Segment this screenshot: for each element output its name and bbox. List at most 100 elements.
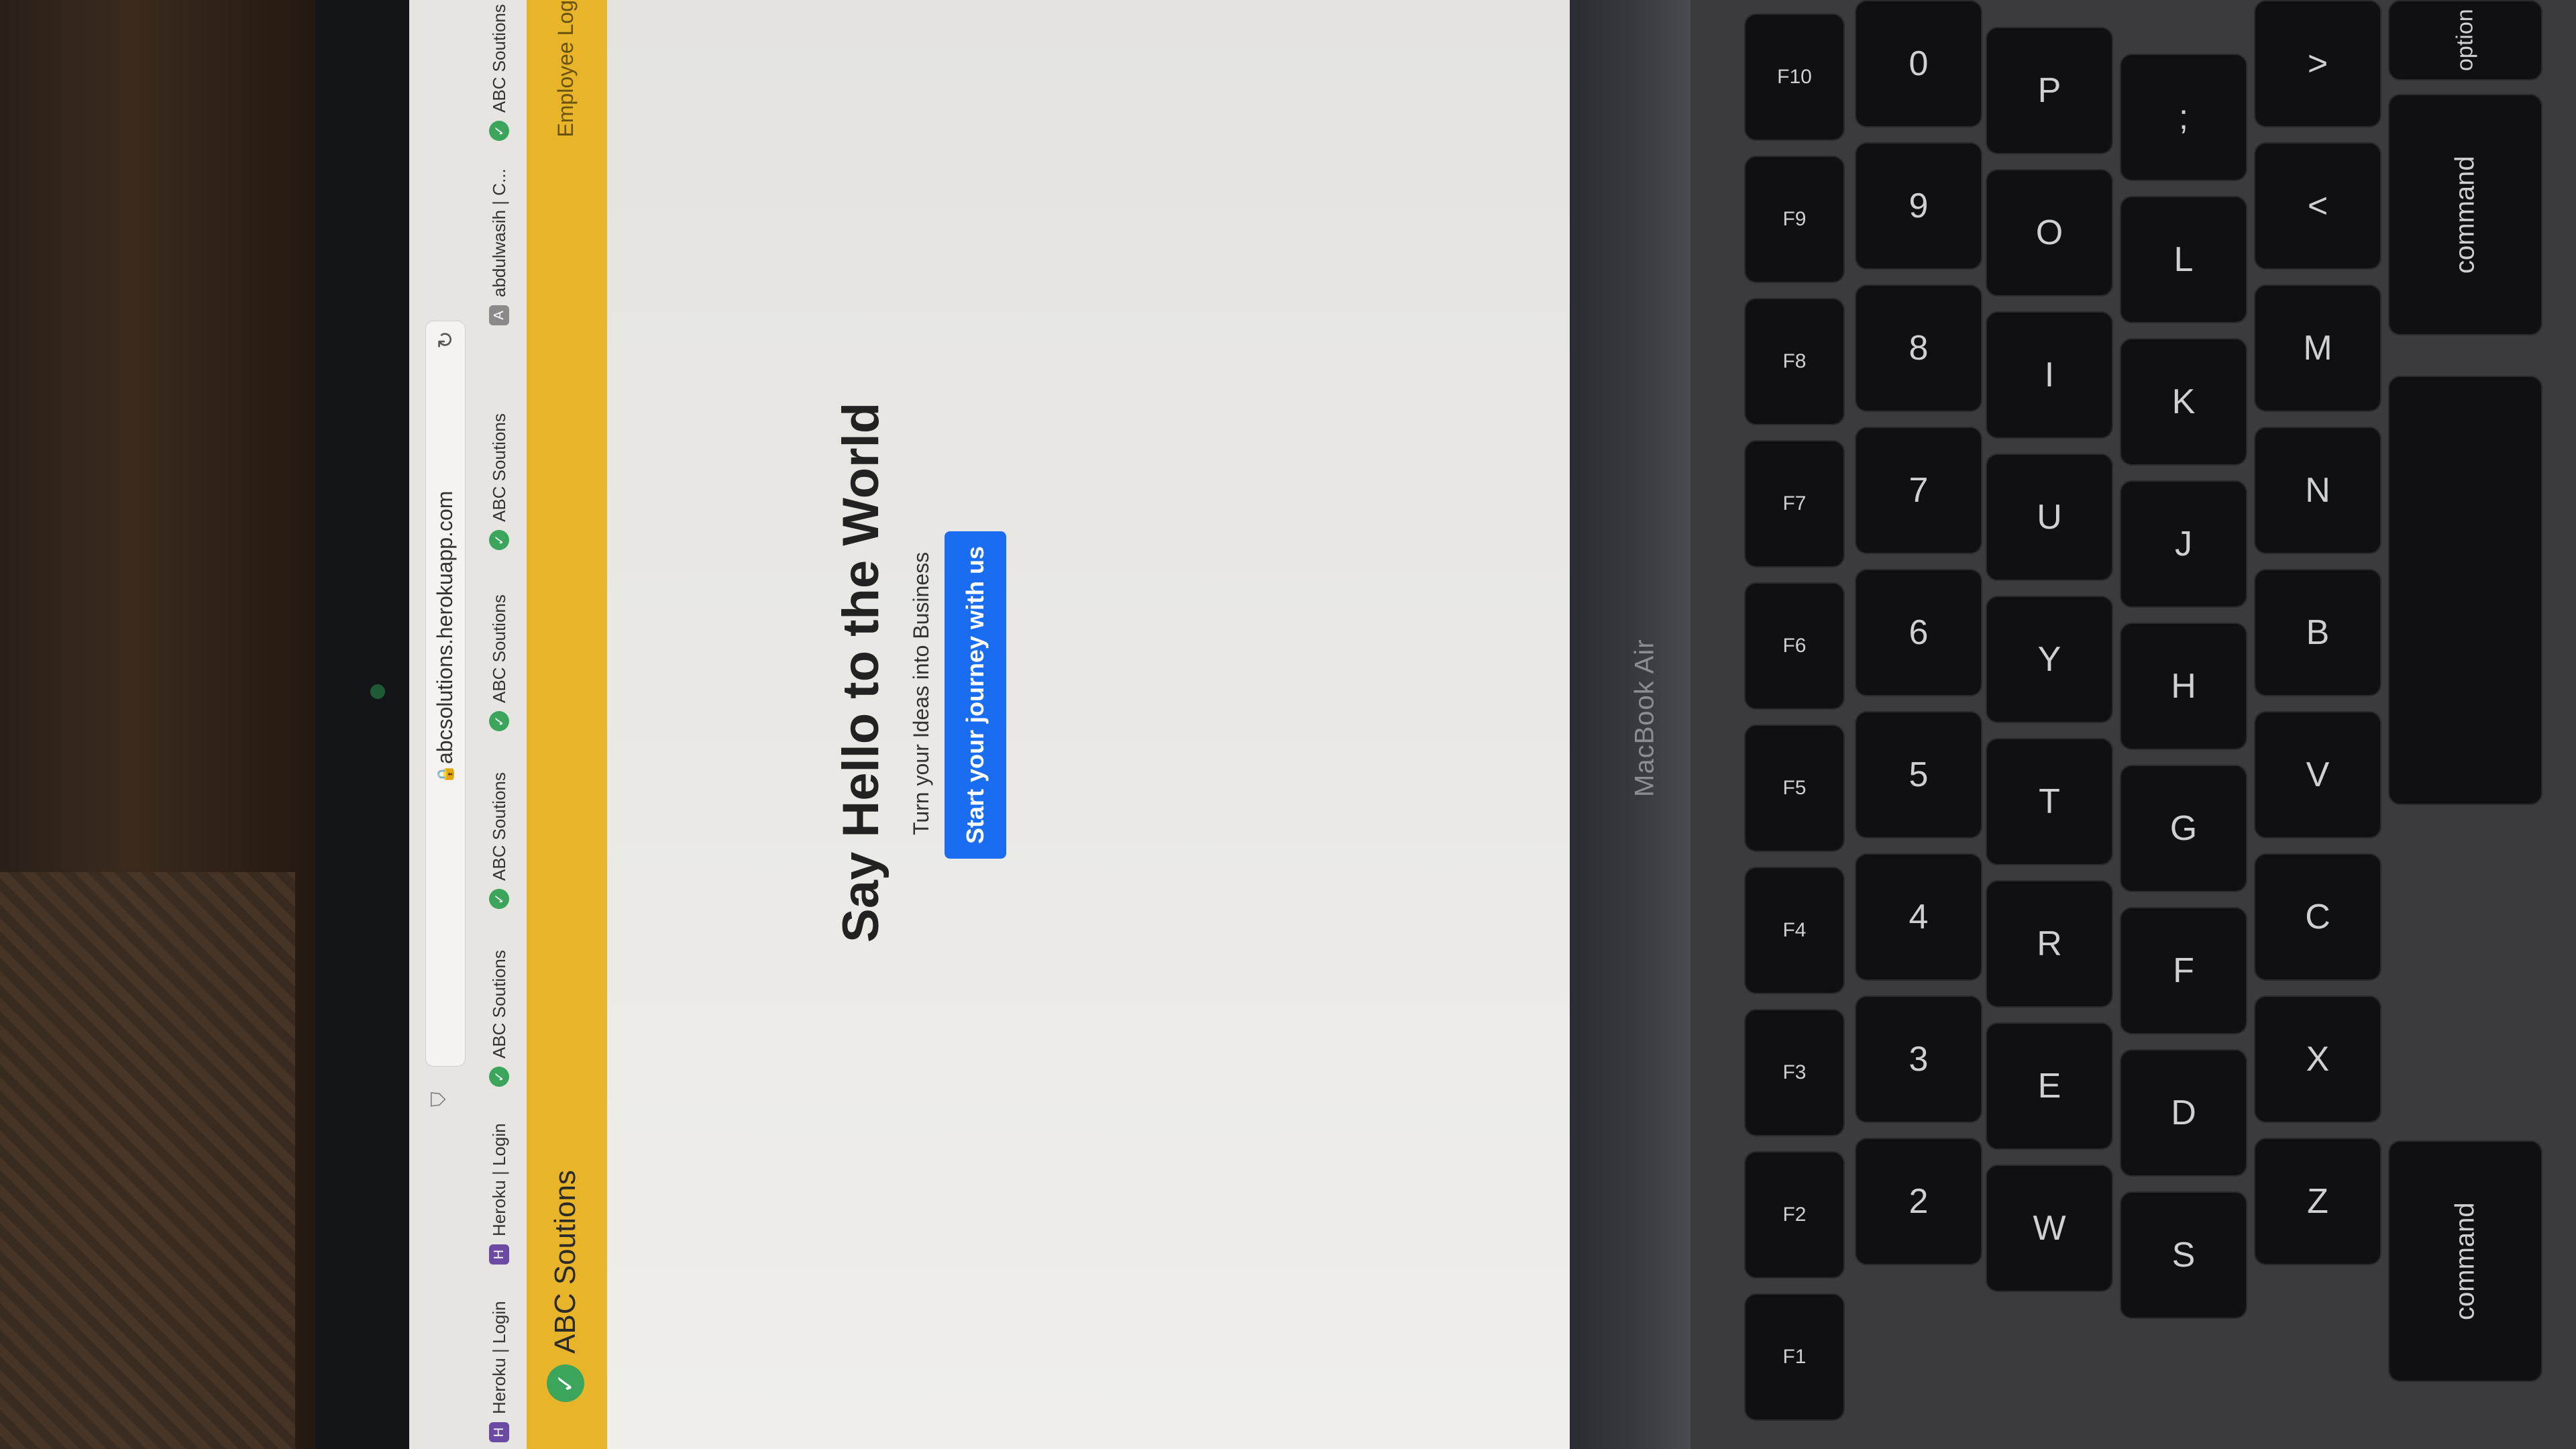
option-key[interactable]: option: [2388, 0, 2542, 80]
heroku-icon: H: [489, 1422, 509, 1442]
tab-label: ABC Soutions: [488, 413, 509, 522]
rug-texture: [0, 872, 295, 1449]
fn-key[interactable]: F10: [1744, 13, 1845, 141]
hero-section: Say Hello to the World Turn your Ideas i…: [607, 0, 1590, 1449]
key-8[interactable]: 8: [1855, 284, 1982, 412]
key-s[interactable]: S: [2120, 1191, 2247, 1319]
fn-key-row: F1 F2 F3 F4 F5 F6 F7 F8 F9 F10: [1744, 13, 1845, 1421]
key-p[interactable]: P: [1986, 27, 2113, 154]
key-f[interactable]: F: [2120, 907, 2247, 1034]
key-i[interactable]: I: [1986, 311, 2113, 439]
fn-key[interactable]: F1: [1744, 1293, 1845, 1421]
fn-key[interactable]: F3: [1744, 1009, 1845, 1136]
tab-label: ABC Soutions: [488, 594, 509, 703]
shield-icon[interactable]: ⛉: [428, 1092, 451, 1108]
key-3[interactable]: 3: [1855, 996, 1982, 1123]
check-icon: ✓: [489, 1067, 509, 1087]
browser-window: ⛉ 🔒 abcsolutions.herokuapp.com ↻ H Herok…: [409, 0, 1590, 1449]
tab-abc-5[interactable]: ✓ ABC Soutions: [482, 4, 517, 141]
key-t[interactable]: T: [1986, 738, 2113, 865]
qwerty-row: W E R T Y U I O P: [1986, 27, 2113, 1292]
tab-abc-2[interactable]: ✓ ABC Soutions: [482, 772, 517, 909]
employee-login-link[interactable]: Employee Log: [553, 0, 578, 138]
start-journey-button[interactable]: Start your journey with us: [945, 531, 1006, 859]
reload-icon[interactable]: ↻: [433, 331, 458, 349]
key-x[interactable]: X: [2254, 996, 2381, 1123]
tab-heroku-login-1[interactable]: H Heroku | Login: [482, 1301, 517, 1442]
hero-title: Say Hello to the World: [833, 402, 890, 943]
url-text: abcsolutions.herokuapp.com: [433, 490, 457, 764]
number-row: 2 3 4 5 6 7 8 9 0: [1855, 0, 1982, 1265]
tab-label: ABC Soutions: [488, 4, 509, 113]
tab-label: Heroku | Login: [488, 1301, 509, 1414]
tab-label: ABC Soutions: [488, 772, 509, 881]
home-row: S D F G H J K L ;: [2120, 54, 2247, 1319]
address-bar[interactable]: 🔒 abcsolutions.herokuapp.com ↻: [425, 321, 466, 1067]
key-y[interactable]: Y: [1986, 596, 2113, 723]
key-less-than[interactable]: <: [2254, 142, 2381, 270]
key-b[interactable]: B: [2254, 569, 2381, 696]
a-icon: A: [489, 305, 509, 325]
key-h[interactable]: H: [2120, 623, 2247, 750]
brand-link[interactable]: ✓ ABC Soutions: [547, 1170, 584, 1402]
fn-key[interactable]: F6: [1744, 582, 1845, 710]
tab-label: abdulwasih | C...: [488, 168, 509, 297]
key-6[interactable]: 6: [1855, 569, 1982, 696]
fn-key[interactable]: F7: [1744, 440, 1845, 568]
key-z[interactable]: Z: [2254, 1138, 2381, 1265]
key-m[interactable]: M: [2254, 284, 2381, 412]
tab-abc-3[interactable]: ✓ ABC Soutions: [482, 594, 517, 731]
fn-key[interactable]: F9: [1744, 156, 1845, 283]
key-greater-than[interactable]: >: [2254, 0, 2381, 127]
camera-icon: [370, 684, 385, 699]
laptop-screen: ⛉ 🔒 abcsolutions.herokuapp.com ↻ H Herok…: [409, 0, 1590, 1449]
tab-abc-1[interactable]: ✓ ABC Soutions: [482, 950, 517, 1087]
brand-name: ABC Soutions: [549, 1170, 582, 1354]
key-e[interactable]: E: [1986, 1022, 2113, 1150]
tab-heroku-login-2[interactable]: H Heroku | Login: [482, 1123, 517, 1265]
command-key-right[interactable]: command: [2388, 94, 2542, 335]
key-o[interactable]: O: [1986, 169, 2113, 297]
key-n[interactable]: N: [2254, 427, 2381, 554]
key-c[interactable]: C: [2254, 853, 2381, 981]
tab-label: ABC Soutions: [488, 950, 509, 1059]
site-navbar: ✓ ABC Soutions Employee Log: [527, 0, 607, 1449]
fn-key[interactable]: F2: [1744, 1151, 1845, 1279]
fn-key[interactable]: F4: [1744, 867, 1845, 994]
heroku-icon: H: [489, 1244, 509, 1265]
browser-toolbar: ⛉ 🔒 abcsolutions.herokuapp.com ↻ H Herok…: [409, 0, 527, 1449]
device-label: MacBook Air: [1629, 639, 1660, 797]
key-r[interactable]: R: [1986, 880, 2113, 1008]
key-w[interactable]: W: [1986, 1165, 2113, 1292]
key-9[interactable]: 9: [1855, 142, 1982, 270]
key-g[interactable]: G: [2120, 765, 2247, 892]
space-bar[interactable]: [2388, 376, 2542, 805]
key-2[interactable]: 2: [1855, 1138, 1982, 1265]
key-k[interactable]: K: [2120, 338, 2247, 466]
key-u[interactable]: U: [1986, 453, 2113, 581]
check-icon: ✓: [489, 530, 509, 550]
command-key-left[interactable]: command: [2388, 1140, 2542, 1382]
tab-abdulwasih[interactable]: A abdulwasih | C...: [482, 168, 517, 325]
key-j[interactable]: J: [2120, 480, 2247, 608]
check-icon: ✓: [489, 121, 509, 141]
keyboard: F1 F2 F3 F4 F5 F6 F7 F8 F9 F10 2 3 4 5 6…: [1690, 0, 2576, 1449]
key-v[interactable]: V: [2254, 711, 2381, 839]
bottom-row: Z X C V B N M < >: [2254, 0, 2381, 1265]
key-4[interactable]: 4: [1855, 853, 1982, 981]
key-semicolon[interactable]: ;: [2120, 54, 2247, 181]
key-0[interactable]: 0: [1855, 0, 1982, 127]
key-l[interactable]: L: [2120, 196, 2247, 323]
hero-subtitle: Turn your Ideas into Business: [909, 551, 933, 835]
fn-key[interactable]: F5: [1744, 724, 1845, 852]
tab-abc-4[interactable]: ✓ ABC Soutions: [482, 413, 517, 550]
lock-icon: 🔒: [437, 764, 455, 784]
key-5[interactable]: 5: [1855, 711, 1982, 839]
check-icon: ✓: [489, 711, 509, 731]
tab-label: Heroku | Login: [488, 1123, 509, 1236]
check-icon: ✓: [489, 889, 509, 909]
key-7[interactable]: 7: [1855, 427, 1982, 554]
check-icon: ✓: [547, 1364, 584, 1402]
fn-key[interactable]: F8: [1744, 298, 1845, 425]
key-d[interactable]: D: [2120, 1049, 2247, 1177]
